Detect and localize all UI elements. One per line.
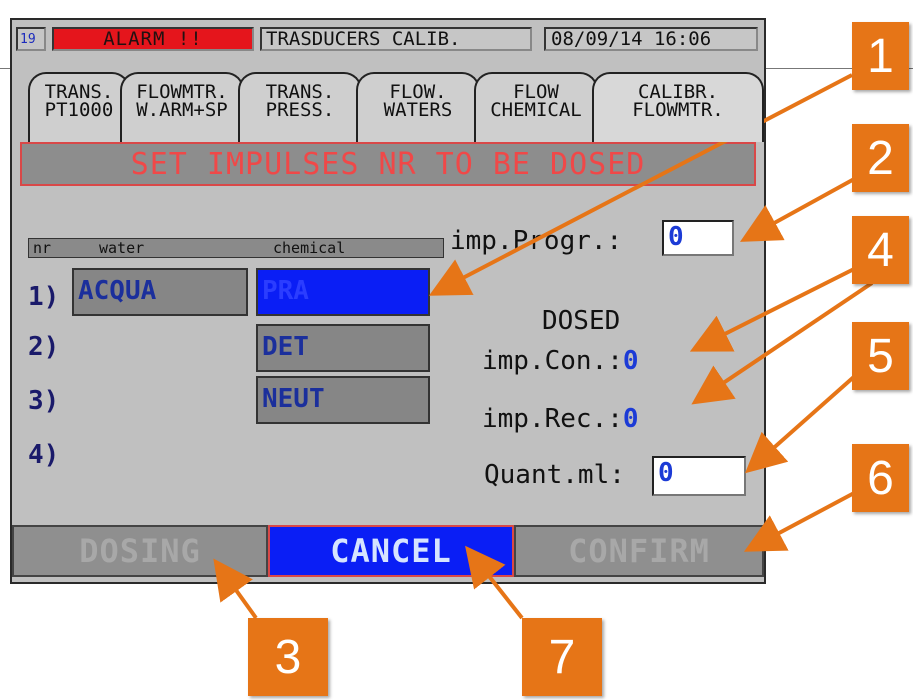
chemical-cell-3[interactable]: NEUT — [256, 376, 430, 424]
row-number-2: 2) — [28, 332, 60, 362]
quant-label: Quant.ml: — [484, 460, 625, 490]
tab-flow-waters[interactable]: FLOW. WATERS — [356, 72, 480, 142]
status-bar: 19 ALARM !! TRASDUCERS CALIB. 08/09/14 1… — [16, 27, 758, 51]
callout-4: 4 — [852, 216, 909, 284]
action-bar: DOSING CANCEL CONFIRM — [12, 525, 764, 577]
table-header: nr water chemical — [28, 238, 444, 258]
confirm-button[interactable]: CONFIRM — [514, 525, 764, 577]
callout-6: 6 — [852, 444, 909, 512]
callout-5: 5 — [852, 322, 909, 390]
row-number-4: 4) — [28, 440, 60, 470]
imp-con-caption: imp.Con.: — [482, 346, 623, 376]
screen-title: TRASDUCERS CALIB. — [260, 27, 532, 51]
tab-calibr-flowmtr[interactable]: CALIBR. FLOWMTR. — [592, 72, 764, 142]
tab-flowmtr-warm[interactable]: FLOWMTR. W.ARM+SP — [120, 72, 244, 142]
alarm-counter: 19 — [16, 27, 46, 51]
tab-flow-chemical[interactable]: FLOW CHEMICAL — [474, 72, 598, 142]
datetime-display: 08/09/14 16:06 — [544, 27, 758, 51]
imp-con-value: 0 — [622, 346, 639, 376]
row-number-3: 3) — [28, 386, 60, 416]
arrow-5 — [745, 373, 858, 474]
imp-rec-label: imp.Rec.:0 — [482, 404, 639, 434]
dosed-title: DOSED — [542, 306, 621, 336]
alarm-indicator[interactable]: ALARM !! — [52, 27, 254, 51]
header-chemical: chemical — [273, 239, 346, 257]
dosing-button[interactable]: DOSING — [12, 525, 268, 577]
cancel-button[interactable]: CANCEL — [268, 525, 514, 577]
row-number-1: 1) — [28, 282, 60, 312]
header-nr: nr — [33, 239, 52, 257]
imp-progr-label: imp.Progr.: — [450, 226, 623, 256]
chemical-cell-1[interactable]: PRA — [256, 268, 430, 316]
header-water: water — [99, 239, 145, 257]
tab-trans-press[interactable]: TRANS. PRESS. — [238, 72, 362, 142]
callout-3: 3 — [248, 618, 328, 696]
callout-2: 2 — [852, 124, 909, 192]
imp-rec-caption: imp.Rec.: — [482, 404, 623, 434]
arrow-6 — [743, 490, 857, 552]
water-cell-1[interactable]: ACQUA — [72, 268, 248, 316]
chemical-cell-2[interactable]: DET — [256, 324, 430, 372]
callout-7: 7 — [522, 618, 602, 696]
callout-1: 1 — [852, 22, 909, 90]
quant-input[interactable]: 0 — [652, 456, 746, 496]
imp-con-label: imp.Con.:0 — [482, 346, 639, 376]
imp-rec-value: 0 — [622, 404, 639, 434]
imp-progr-input[interactable]: 0 — [662, 220, 734, 256]
tab-trans-pt1000[interactable]: TRANS. PT1000 — [28, 72, 130, 142]
page-banner: SET IMPULSES NR TO BE DOSED — [20, 142, 756, 186]
hmi-screen: 19 ALARM !! TRASDUCERS CALIB. 08/09/14 1… — [10, 18, 766, 584]
